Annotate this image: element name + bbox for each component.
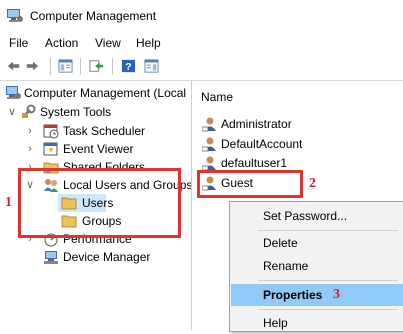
menu-divider [258, 230, 398, 231]
user-icon [202, 117, 216, 132]
annotation-step-2: 2 [309, 176, 316, 191]
annotation-box-guest [197, 170, 303, 198]
tree-event-viewer[interactable]: › Event Viewer [0, 140, 190, 158]
show-action-pane-icon[interactable] [143, 58, 160, 74]
menu-divider [258, 309, 398, 310]
menu-bar: File Action View Help [0, 32, 403, 52]
menu-item-label: Delete [263, 236, 298, 250]
user-icon [202, 156, 216, 171]
menu-item-help[interactable]: Help [231, 312, 403, 334]
chevron-right-icon[interactable]: › [24, 140, 36, 158]
event-viewer-icon [43, 142, 58, 156]
tree-system-tools[interactable]: ∨ System Tools [0, 103, 190, 121]
computer-management-icon [7, 9, 23, 22]
tree-label: System Tools [40, 105, 112, 119]
menu-divider [258, 280, 398, 281]
menu-view[interactable]: View [95, 36, 121, 50]
menu-item-properties[interactable]: Properties [231, 284, 403, 306]
tree-label: Event Viewer [63, 142, 134, 156]
user-icon [202, 137, 216, 152]
annotation-box-local-users [18, 168, 181, 238]
menu-item-label: Properties [263, 288, 323, 302]
menu-action[interactable]: Action [45, 36, 78, 50]
menu-item-set-password[interactable]: Set Password... [231, 205, 403, 227]
context-menu: Set Password... Delete Rename Properties… [229, 201, 403, 332]
menu-item-label: Set Password... [263, 209, 348, 223]
tree-root-label: Computer Management (Local [24, 86, 187, 100]
user-name: DefaultAccount [221, 137, 303, 151]
svg-text:?: ? [125, 61, 131, 73]
menu-item-label: Help [263, 316, 288, 330]
annotation-step-1: 1 [5, 195, 12, 210]
computer-management-icon [6, 86, 21, 99]
export-list-icon[interactable] [88, 58, 105, 74]
chevron-down-icon[interactable]: ∨ [6, 103, 18, 121]
device-manager-icon [44, 251, 58, 264]
title-bar: Computer Management [0, 0, 403, 32]
tree-device-manager[interactable]: Device Manager [0, 248, 190, 266]
help-icon[interactable]: ? [120, 58, 137, 74]
system-tools-icon [21, 104, 36, 119]
column-header-name[interactable]: Name [201, 90, 233, 104]
menu-item-rename[interactable]: Rename [231, 255, 403, 277]
annotation-step-3: 3 [333, 287, 340, 302]
user-name: Administrator [221, 117, 292, 131]
show-hide-tree-icon[interactable] [57, 58, 74, 74]
menu-help[interactable]: Help [136, 36, 161, 50]
tree-label: Task Scheduler [63, 124, 146, 138]
tree-label: Device Manager [63, 250, 151, 264]
menu-file[interactable]: File [9, 36, 28, 50]
chevron-right-icon[interactable]: › [24, 122, 36, 140]
tree-task-scheduler[interactable]: › Task Scheduler [0, 122, 190, 140]
forward-arrow-icon[interactable] [24, 58, 41, 74]
toolbar: ? [0, 54, 403, 81]
window-title: Computer Management [30, 9, 157, 23]
task-scheduler-icon [43, 124, 59, 139]
back-arrow-icon[interactable] [5, 58, 22, 74]
menu-item-delete[interactable]: Delete [231, 232, 403, 254]
menu-item-label: Rename [263, 259, 309, 273]
